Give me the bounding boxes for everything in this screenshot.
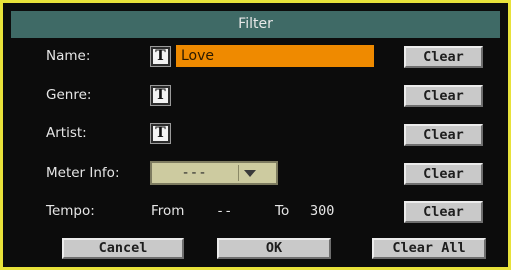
tempo-label: Tempo: <box>46 203 95 219</box>
meter-info-value: --- <box>181 165 207 181</box>
tempo-to-label: To <box>275 203 290 219</box>
clear-all-button[interactable]: Clear All <box>372 238 486 259</box>
tempo-to-value[interactable]: 300 <box>310 203 334 219</box>
text-edit-icon-artist[interactable]: T <box>150 123 171 144</box>
genre-label: Genre: <box>46 87 92 103</box>
tempo-from-value[interactable]: -- <box>216 203 232 219</box>
cancel-button[interactable]: Cancel <box>62 238 184 259</box>
clear-artist-button[interactable]: Clear <box>404 124 483 146</box>
chevron-down-icon[interactable] <box>244 170 256 177</box>
text-edit-icon-genre[interactable]: T <box>150 85 171 106</box>
artist-label: Artist: <box>46 125 87 141</box>
clear-genre-button[interactable]: Clear <box>404 85 483 107</box>
filter-dialog: Filter Name: T Love Clear Genre: T Clear… <box>0 0 511 270</box>
dropdown-divider <box>238 165 239 181</box>
ok-button[interactable]: OK <box>217 238 331 259</box>
name-field[interactable]: Love <box>176 45 374 67</box>
meter-info-label: Meter Info: <box>46 165 120 181</box>
clear-name-button[interactable]: Clear <box>404 46 483 68</box>
meter-info-dropdown[interactable]: --- <box>150 161 278 185</box>
dialog-title: Filter <box>11 11 500 38</box>
text-edit-icon-name[interactable]: T <box>150 46 171 67</box>
name-label: Name: <box>46 48 91 64</box>
clear-tempo-button[interactable]: Clear <box>404 201 483 223</box>
tempo-from-label: From <box>151 203 185 219</box>
clear-meter-button[interactable]: Clear <box>404 163 483 185</box>
